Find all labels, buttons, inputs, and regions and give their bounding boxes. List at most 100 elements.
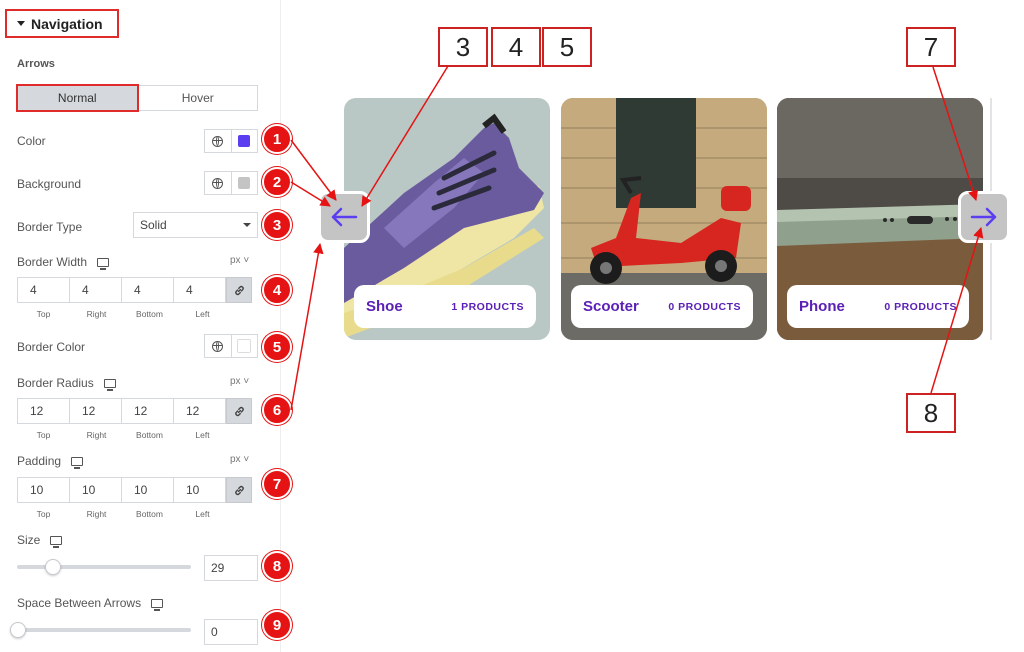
global-color-button[interactable] [205,130,231,152]
border-width-inputs: 4 4 4 4 [17,277,258,303]
border-width-right[interactable]: 4 [69,277,122,303]
space-slider[interactable] [10,622,191,638]
globe-icon [212,177,224,189]
padding-label: Padding [17,454,84,469]
color-label: Color [17,134,46,148]
callout-box: 5 [542,27,592,67]
space-input[interactable]: 0 [204,619,258,645]
step-badge: 6 [262,395,292,425]
step-badge: 3 [262,210,292,240]
border-width-bottom[interactable]: 4 [121,277,174,303]
color-swatch [238,135,251,147]
border-color-control [204,334,258,358]
callout-box: 3 [438,27,488,67]
card-info: Shoe 1 PRODUCTS [354,285,536,328]
background-swatch [238,177,251,189]
monitor-icon[interactable] [97,257,110,270]
border-radius-right[interactable]: 12 [69,398,122,424]
border-radius-top[interactable]: 12 [17,398,70,424]
padding-inputs: 10 10 10 10 [17,477,258,503]
prev-arrow-button[interactable] [318,191,370,243]
next-arrow-button[interactable] [958,191,1010,243]
space-slider-handle[interactable] [10,622,26,638]
arrows-heading: Arrows [17,58,55,70]
step-badge: 1 [262,124,292,154]
state-tabs: Normal Hover [16,84,258,112]
navigation-section-toggle[interactable]: Navigation [5,9,119,38]
link-icon [234,406,244,416]
monitor-icon[interactable] [151,598,164,611]
background-control [204,171,258,195]
card-count: 1 PRODUCTS [451,300,524,313]
step-badge: 4 [262,275,292,305]
callout-box: 7 [906,27,956,67]
border-color-swatch [237,339,252,353]
step-badge: 9 [262,610,292,640]
padding-left[interactable]: 10 [173,477,226,503]
arrow-right-icon [970,207,997,227]
color-control [204,129,258,153]
global-border-color-button[interactable] [205,335,231,357]
border-color-label: Border Color [17,340,86,354]
arrow-left-icon [331,207,358,227]
link-icon [234,485,244,495]
border-radius-bottom[interactable]: 12 [121,398,174,424]
background-label: Background [17,177,82,191]
card-title: Shoe [366,298,403,315]
monitor-icon[interactable] [103,378,116,391]
callout-box: 8 [906,393,956,433]
border-radius-side-labels: Top Right Bottom Left [36,430,210,440]
border-width-label: Border Width [17,255,110,270]
border-width-top[interactable]: 4 [17,277,70,303]
link-values-button[interactable] [226,398,252,424]
border-type-label: Border Type [17,220,83,234]
padding-right[interactable]: 10 [69,477,122,503]
step-badge: 5 [262,332,292,362]
link-icon [234,285,244,295]
link-values-button[interactable] [226,277,252,303]
tab-hover[interactable]: Hover [139,86,258,110]
callout-box: 4 [491,27,541,67]
globe-icon [212,340,224,352]
padding-bottom[interactable]: 10 [121,477,174,503]
card-title: Scooter [583,298,639,315]
size-slider-handle[interactable] [44,559,61,575]
monitor-icon[interactable] [71,456,84,469]
globe-icon [212,135,224,147]
size-slider[interactable] [17,559,191,575]
card-title: Phone [799,298,845,315]
caret-down-icon [17,21,25,26]
border-color-picker-button[interactable] [230,335,258,357]
background-picker-button[interactable] [230,172,258,194]
step-badge: 2 [262,167,292,197]
border-width-unit[interactable]: px ˅ [230,255,249,266]
border-width-side-labels: Top Right Bottom Left [36,309,210,319]
border-radius-unit[interactable]: px ˅ [230,376,249,387]
category-card-phone[interactable]: Phone 0 PRODUCTS [777,98,983,340]
card-count: 0 PRODUCTS [668,300,741,313]
caret-down-icon [243,223,251,227]
space-between-arrows-label: Space Between Arrows [17,596,164,611]
border-radius-left[interactable]: 12 [173,398,226,424]
size-input[interactable]: 29 [204,555,258,581]
category-card-shoe[interactable]: Shoe 1 PRODUCTS [344,98,550,340]
link-values-button[interactable] [226,477,252,503]
settings-panel: Navigation Arrows Normal Hover Color Bac… [0,0,281,652]
size-label: Size [17,533,63,548]
border-type-value: Solid [140,218,167,232]
category-card-scooter[interactable]: Scooter 0 PRODUCTS [561,98,767,340]
monitor-icon[interactable] [50,535,63,548]
global-background-button[interactable] [205,172,231,194]
card-count: 0 PRODUCTS [884,300,957,313]
step-badge: 7 [262,469,292,499]
padding-top[interactable]: 10 [17,477,70,503]
tab-normal[interactable]: Normal [16,84,139,112]
card-info: Scooter 0 PRODUCTS [571,285,753,328]
border-type-select[interactable]: Solid [133,212,258,238]
border-width-left[interactable]: 4 [173,277,226,303]
padding-unit[interactable]: px ˅ [230,454,249,465]
step-badge: 8 [262,551,292,581]
color-picker-button[interactable] [230,130,258,152]
section-title: Navigation [31,15,103,32]
card-info: Phone 0 PRODUCTS [787,285,969,328]
